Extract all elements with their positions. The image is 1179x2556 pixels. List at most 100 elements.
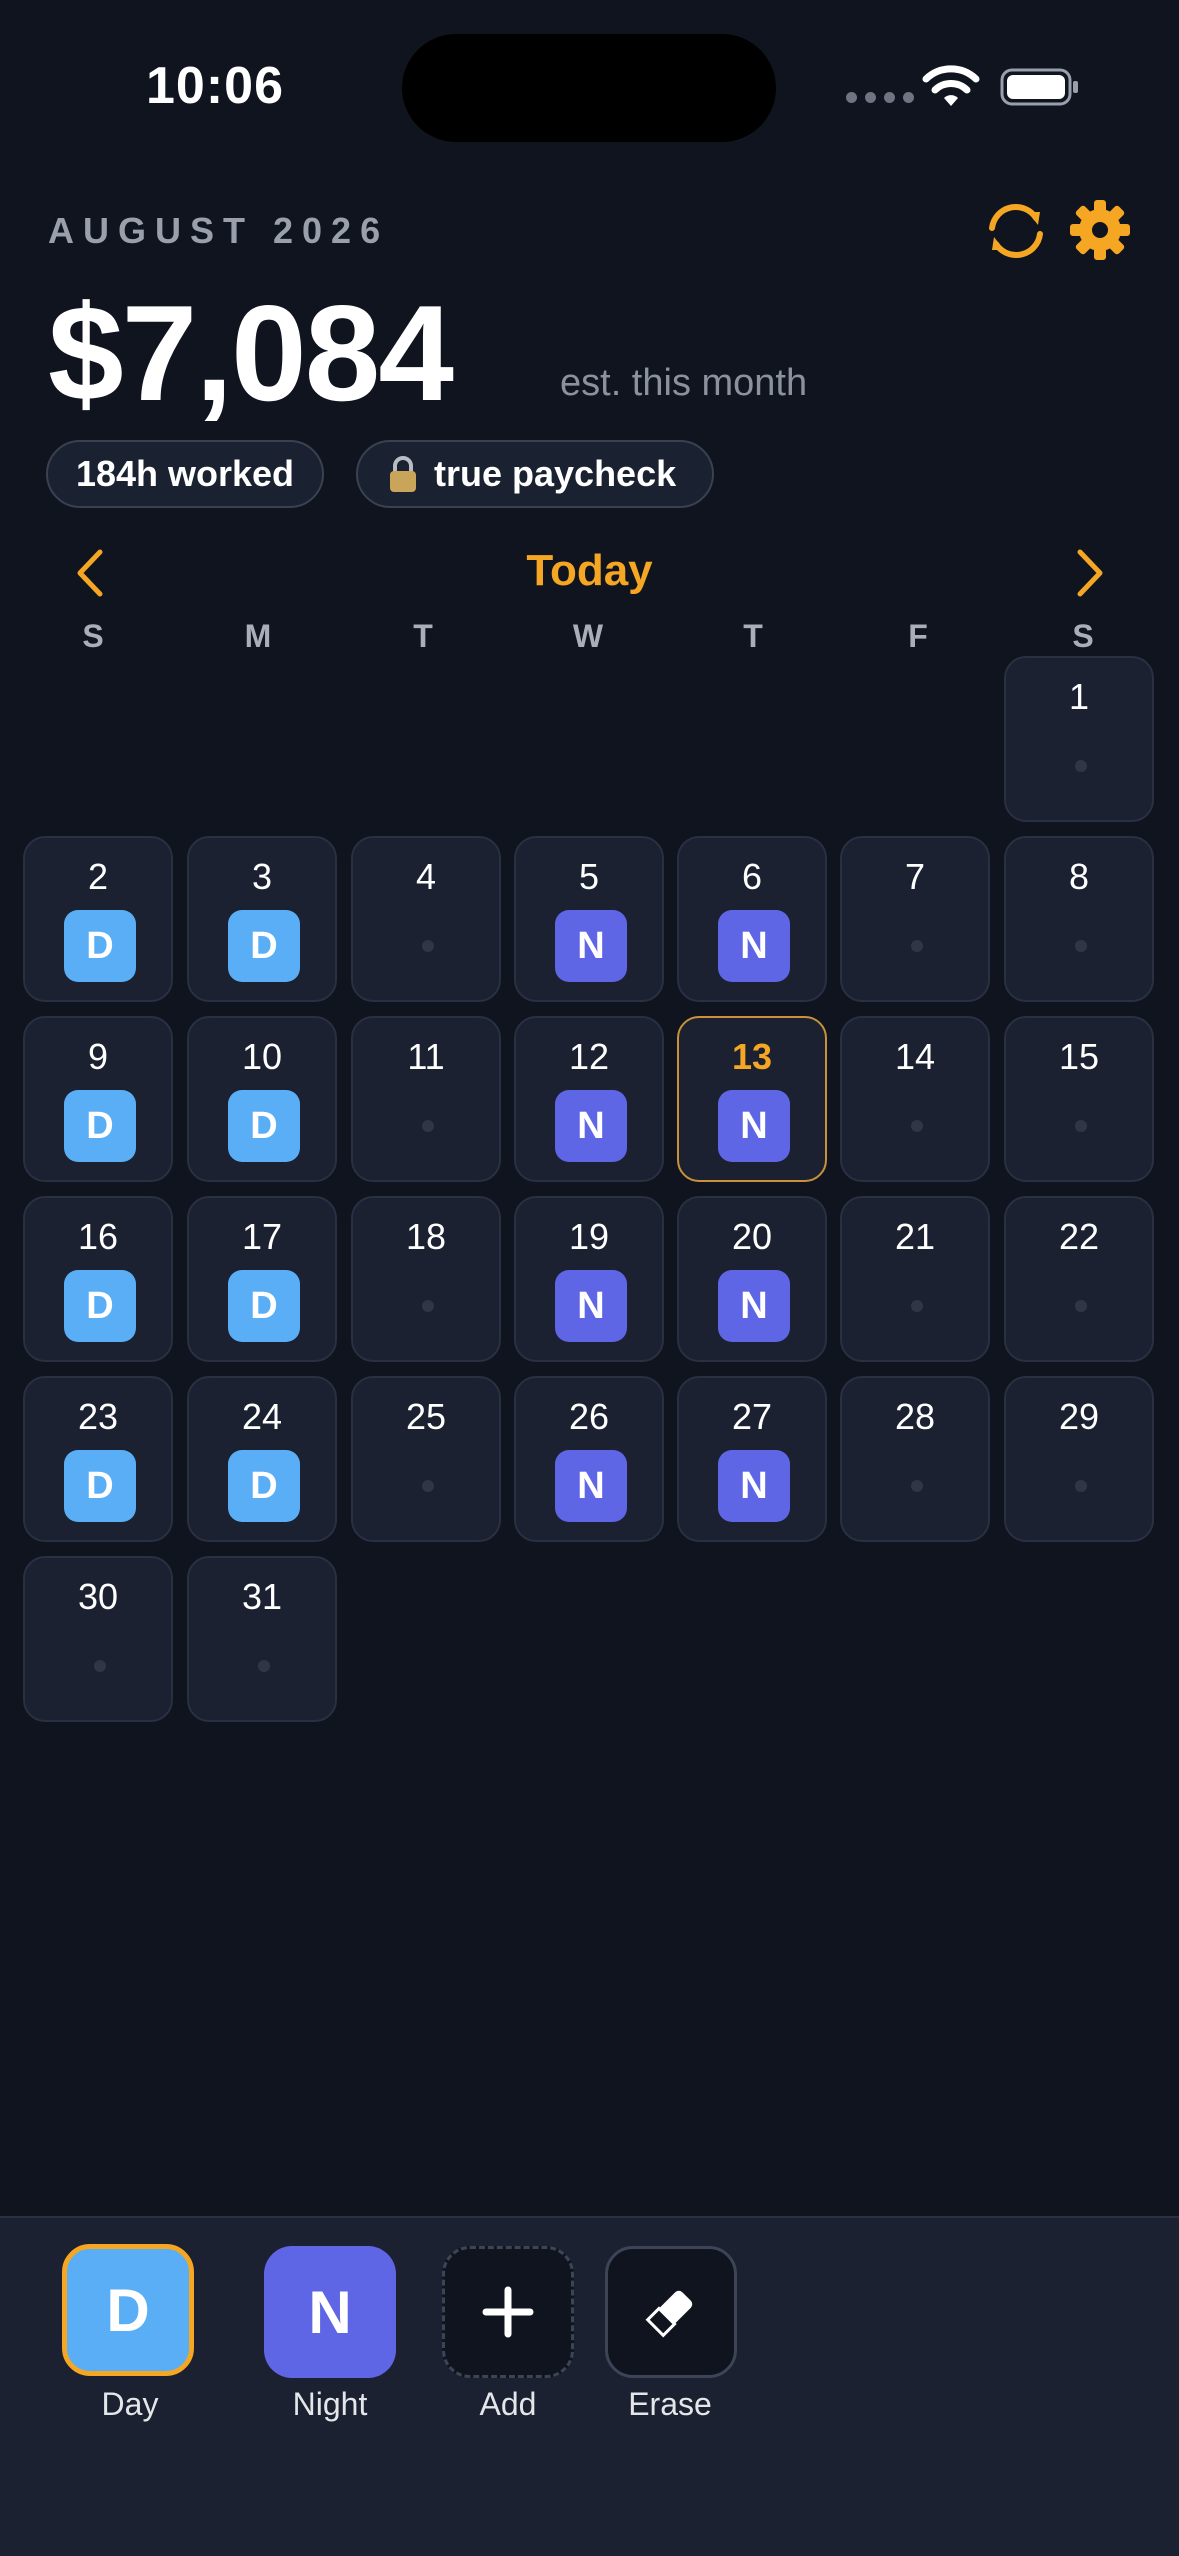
- day-number: 16: [77, 1216, 119, 1257]
- calendar-day[interactable]: 22: [1004, 1196, 1154, 1362]
- empty-day-dot: [422, 1300, 434, 1312]
- true-paycheck-pill[interactable]: true paycheck: [356, 440, 714, 508]
- day-number: 9: [87, 1036, 109, 1077]
- day-number: 26: [568, 1396, 610, 1437]
- calendar-day[interactable]: 29: [1004, 1376, 1154, 1542]
- today-button-row: Today: [0, 546, 1179, 596]
- day-number: 20: [731, 1216, 773, 1257]
- lock-icon: [390, 456, 416, 492]
- weekday-tue: T: [413, 618, 433, 654]
- day-shift-badge: D: [228, 1270, 300, 1342]
- calendar-day[interactable]: 17 D: [187, 1196, 337, 1362]
- day-number: 11: [407, 1036, 445, 1077]
- day-number: 8: [1068, 856, 1090, 897]
- calendar-day[interactable]: 1: [1004, 656, 1154, 822]
- empty-day-dot: [94, 1660, 106, 1672]
- add-shift-button[interactable]: [442, 2246, 574, 2378]
- calendar-day[interactable]: 25: [351, 1376, 501, 1542]
- day-shift-glyph: D: [106, 2276, 150, 2344]
- day-shift-badge: D: [64, 1090, 136, 1162]
- calendar-day[interactable]: 8: [1004, 836, 1154, 1002]
- cellular-signal-icon: [846, 92, 914, 103]
- calendar-day[interactable]: 30: [23, 1556, 173, 1722]
- day-number: 10: [241, 1036, 283, 1077]
- night-shift-tool[interactable]: N: [264, 2246, 396, 2378]
- calendar-day[interactable]: 14: [840, 1016, 990, 1182]
- earnings-note: est. this month: [560, 362, 808, 404]
- day-number: 15: [1058, 1036, 1100, 1077]
- weekday-sat: S: [1072, 618, 1094, 654]
- calendar-day[interactable]: 21: [840, 1196, 990, 1362]
- erase-tool-label: Erase: [628, 2386, 712, 2422]
- gear-icon[interactable]: [1068, 198, 1132, 262]
- calendar-day[interactable]: 15: [1004, 1016, 1154, 1182]
- night-shift-badge: N: [555, 1090, 627, 1162]
- chevron-right-icon[interactable]: [1070, 546, 1110, 600]
- calendar-day[interactable]: 19 N: [514, 1196, 664, 1362]
- chevron-left-icon[interactable]: [70, 546, 110, 600]
- calendar-day[interactable]: 5N: [514, 836, 664, 1002]
- today-button[interactable]: Today: [526, 546, 652, 595]
- night-shift-badge: N: [718, 1450, 790, 1522]
- day-number: 28: [894, 1396, 936, 1437]
- calendar-day[interactable]: 6N: [677, 836, 827, 1002]
- day-shift-badge: D: [228, 1090, 300, 1162]
- night-shift-glyph: N: [308, 2278, 352, 2346]
- empty-day-dot: [1075, 1300, 1087, 1312]
- monthly-earnings-amount: $7,084: [48, 277, 454, 429]
- empty-day-dot: [911, 940, 923, 952]
- weekday-sun: S: [82, 618, 104, 654]
- day-number: 19: [568, 1216, 610, 1257]
- day-number: 21: [894, 1216, 936, 1257]
- month-label: AUGUST 2026: [48, 210, 390, 251]
- eraser-icon: [645, 2290, 693, 2338]
- calendar-day-today[interactable]: 13 N: [677, 1016, 827, 1182]
- calendar-day[interactable]: 20 N: [677, 1196, 827, 1362]
- hours-worked-pill[interactable]: 184h worked: [46, 440, 324, 508]
- calendar-day[interactable]: 10 D: [187, 1016, 337, 1182]
- day-number: 4: [415, 856, 437, 897]
- calendar-day[interactable]: 11: [351, 1016, 501, 1182]
- empty-day-dot: [1075, 760, 1087, 772]
- calendar-day[interactable]: 31: [187, 1556, 337, 1722]
- calendar-day[interactable]: 24 D: [187, 1376, 337, 1542]
- calendar-day[interactable]: 4: [351, 836, 501, 1002]
- empty-day-dot: [422, 1120, 434, 1132]
- calendar-day[interactable]: 7: [840, 836, 990, 1002]
- day-number: 12: [568, 1036, 610, 1077]
- day-number: 2: [87, 856, 109, 897]
- empty-day-dot: [911, 1300, 923, 1312]
- day-number: 22: [1058, 1216, 1100, 1257]
- day-number: 6: [741, 856, 763, 897]
- night-tool-label: Night: [292, 2386, 368, 2422]
- day-number: 1: [1068, 676, 1090, 717]
- day-number: 3: [251, 856, 273, 897]
- night-shift-badge: N: [718, 910, 790, 982]
- day-number: 29: [1058, 1396, 1100, 1437]
- calendar-day[interactable]: 26 N: [514, 1376, 664, 1542]
- empty-day-dot: [911, 1480, 923, 1492]
- wifi-icon: [922, 65, 980, 106]
- night-shift-badge: N: [718, 1270, 790, 1342]
- day-number: 23: [77, 1396, 119, 1437]
- calendar-day[interactable]: 23 D: [23, 1376, 173, 1542]
- calendar-day[interactable]: 3D: [187, 836, 337, 1002]
- day-number: 14: [894, 1036, 936, 1077]
- calendar-day[interactable]: 9D: [23, 1016, 173, 1182]
- empty-day-dot: [911, 1120, 923, 1132]
- calendar-day[interactable]: 28: [840, 1376, 990, 1542]
- calendar-day[interactable]: 27 N: [677, 1376, 827, 1542]
- day-shift-tool[interactable]: D: [62, 2244, 194, 2376]
- calendar-day[interactable]: 2D: [23, 836, 173, 1002]
- night-shift-badge: N: [555, 1270, 627, 1342]
- sync-icon[interactable]: [980, 198, 1052, 264]
- empty-day-dot: [422, 940, 434, 952]
- empty-day-dot: [1075, 940, 1087, 952]
- calendar-day[interactable]: 18: [351, 1196, 501, 1362]
- empty-day-dot: [1075, 1120, 1087, 1132]
- calendar-day[interactable]: 12 N: [514, 1016, 664, 1182]
- dynamic-island: [402, 34, 776, 142]
- erase-tool[interactable]: [605, 2246, 737, 2378]
- calendar-day[interactable]: 16 D: [23, 1196, 173, 1362]
- night-shift-badge: N: [718, 1090, 790, 1162]
